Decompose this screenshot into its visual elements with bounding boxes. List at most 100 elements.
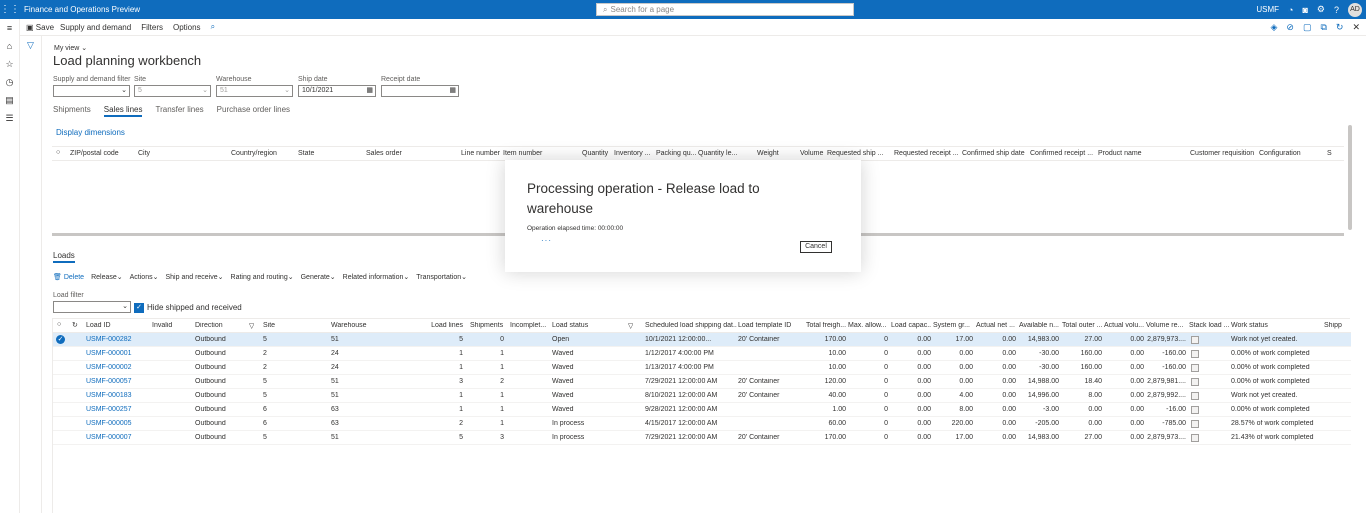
column-header[interactable]: Weight — [757, 150, 779, 157]
column-header[interactable]: Sales order — [366, 150, 402, 157]
cell-id[interactable]: USMF-000005 — [86, 420, 148, 427]
cancel-button[interactable]: Cancel — [800, 241, 832, 253]
column-header[interactable]: Load lines — [399, 322, 463, 329]
site-input[interactable]: 5 ⌄ — [134, 85, 211, 97]
column-header[interactable]: Quantity — [582, 150, 608, 157]
column-header[interactable]: Invalid — [152, 322, 172, 329]
hide-shipped-checkbox[interactable]: ✓ — [134, 303, 144, 313]
office-icon[interactable]: ▢ — [1303, 22, 1312, 33]
column-header[interactable]: Item number — [503, 150, 542, 157]
column-header[interactable]: Max. allow... — [848, 322, 888, 329]
search-box[interactable]: ⌕ Search for a page — [596, 3, 854, 16]
vertical-scrollbar[interactable] — [1348, 125, 1352, 230]
table-row[interactable]: USMF-000183 Outbound 5 51 1 1 Waved 8/10/2021 1… — [53, 389, 1351, 403]
column-header[interactable]: Volume — [800, 150, 823, 157]
attachment-icon[interactable]: ⊘ — [1286, 22, 1294, 33]
column-header[interactable]: S — [1327, 150, 1332, 157]
actions-menu[interactable]: Actions⌄ — [130, 273, 159, 281]
load-filter-input[interactable]: ⌄ — [53, 301, 131, 313]
hamburger-icon[interactable]: ≡ — [0, 19, 19, 37]
home-icon[interactable]: ⌂ — [0, 37, 19, 55]
stack-load-checkbox[interactable] — [1191, 364, 1199, 372]
table-row[interactable]: ✓ USMF-000282 Outbound 5 51 5 0 Open 10/1/2021 1… — [53, 333, 1351, 347]
column-header[interactable]: Inventory ... — [614, 150, 651, 157]
loads-section-label[interactable]: Loads — [53, 251, 75, 263]
company-picker[interactable]: USMF — [1256, 5, 1279, 14]
save-button[interactable]: ▣ Save — [26, 23, 54, 32]
column-header[interactable]: City — [138, 150, 150, 157]
table-row[interactable]: USMF-000002 Outbound 2 24 1 1 Waved 1/13/2017 4… — [53, 361, 1351, 375]
generate-menu[interactable]: Generate⌄ — [301, 273, 336, 281]
settings-icon[interactable]: ⚙ — [1317, 4, 1325, 15]
calendar-icon[interactable]: ▦ — [366, 86, 373, 96]
column-header[interactable]: Line number — [461, 150, 500, 157]
column-header[interactable]: Customer requisition — [1190, 150, 1254, 157]
delete-button[interactable]: 🗑 Delete — [53, 273, 84, 281]
my-view-selector[interactable]: My view ⌄ — [54, 44, 87, 52]
cell-id[interactable]: USMF-000007 — [86, 434, 148, 441]
rating-and-routing-menu[interactable]: Rating and routing⌄ — [231, 273, 294, 281]
ship-and-receive-menu[interactable]: Ship and receive⌄ — [165, 273, 223, 281]
stack-load-checkbox[interactable] — [1191, 434, 1199, 442]
tab-transfer-lines[interactable]: Transfer lines — [155, 105, 203, 117]
notification-icon[interactable]: ◔ — [1288, 5, 1293, 15]
avatar[interactable]: AD — [1348, 2, 1362, 17]
modules-icon[interactable]: ☰ — [0, 109, 19, 127]
action-search-icon[interactable]: ⌕ — [211, 22, 215, 32]
column-header[interactable]: Actual volu... — [1104, 322, 1144, 329]
column-header[interactable]: Available n... — [1019, 322, 1059, 329]
cell-id[interactable]: USMF-000183 — [86, 392, 148, 399]
column-header[interactable]: Requested ship ... — [827, 150, 883, 157]
calendar-icon[interactable]: ▦ — [449, 86, 456, 96]
cell-id[interactable]: USMF-000002 — [86, 364, 148, 371]
column-header[interactable]: Scheduled load shipping dat... — [645, 322, 737, 329]
table-row[interactable]: USMF-000001 Outbound 2 24 1 1 Waved 1/12/2017 4… — [53, 347, 1351, 361]
power-apps-icon[interactable]: ◈ — [1270, 22, 1277, 33]
column-header[interactable]: Load template ID — [738, 322, 804, 329]
table-row[interactable]: USMF-000057 Outbound 5 51 3 2 Waved 7/29/2021 1… — [53, 375, 1351, 389]
column-header[interactable]: Volume re... — [1146, 322, 1186, 329]
column-header[interactable]: Configuration — [1259, 150, 1301, 157]
cell-id[interactable]: USMF-000057 — [86, 378, 148, 385]
stack-load-checkbox[interactable] — [1191, 392, 1199, 400]
supply-and-demand-button[interactable]: Supply and demand — [60, 23, 131, 32]
column-header[interactable]: Direction — [195, 322, 223, 329]
app-title[interactable]: Finance and Operations Preview — [24, 5, 140, 14]
column-header[interactable]: Confirmed receipt ... — [1030, 150, 1093, 157]
favorites-icon[interactable]: ☆ — [0, 55, 19, 73]
column-header[interactable]: Load ID — [86, 322, 111, 329]
table-row[interactable]: USMF-000005 Outbound 6 63 2 1 In process 4/15/2… — [53, 417, 1351, 431]
column-header[interactable]: State — [298, 150, 314, 157]
filters-button[interactable]: Filters — [141, 23, 163, 32]
workspaces-icon[interactable]: ▤ — [0, 91, 19, 109]
column-header[interactable]: Quantity le... — [698, 150, 737, 157]
column-header[interactable]: Product name — [1098, 150, 1142, 157]
stack-load-checkbox[interactable] — [1191, 378, 1199, 386]
options-button[interactable]: Options — [173, 23, 201, 32]
app-launcher-icon[interactable]: ⋮⋮ — [0, 4, 20, 15]
column-header[interactable]: Requested receipt ... — [894, 150, 959, 157]
select-all-radio[interactable]: ○ — [57, 321, 61, 328]
stack-load-checkbox[interactable] — [1191, 350, 1199, 358]
ship-date-input[interactable]: 10/1/2021 ▦ — [298, 85, 376, 97]
warehouse-input[interactable]: 51 ⌄ — [216, 85, 293, 97]
cell-id[interactable]: USMF-000001 — [86, 350, 148, 357]
column-header[interactable]: Stack load ... — [1189, 322, 1229, 329]
column-header[interactable]: Incomplet... — [510, 322, 550, 329]
stack-load-checkbox[interactable] — [1191, 406, 1199, 414]
column-header[interactable]: Shipp — [1324, 322, 1346, 329]
tab-sales-lines[interactable]: Sales lines — [103, 105, 143, 117]
column-header[interactable]: Load status — [552, 322, 588, 329]
table-row[interactable]: USMF-000257 Outbound 6 63 1 1 Waved 9/28/2021 1… — [53, 403, 1351, 417]
column-header[interactable]: Packing qu... — [656, 150, 696, 157]
refresh-column-icon[interactable]: ↻ — [72, 321, 78, 329]
table-row[interactable]: USMF-000007 Outbound 5 51 5 3 In process 7/29/2… — [53, 431, 1351, 445]
filter-icon[interactable]: ▽ — [27, 40, 41, 51]
column-header[interactable]: System gr... — [933, 322, 973, 329]
column-header[interactable]: Work status — [1231, 322, 1268, 329]
receipt-date-input[interactable]: ▦ — [381, 85, 459, 97]
stack-load-checkbox[interactable] — [1191, 336, 1199, 344]
tab-purchase-order-lines[interactable]: Purchase order lines — [217, 105, 290, 117]
column-header[interactable]: Shipments — [470, 322, 503, 329]
transportation-menu[interactable]: Transportation⌄ — [416, 273, 467, 281]
